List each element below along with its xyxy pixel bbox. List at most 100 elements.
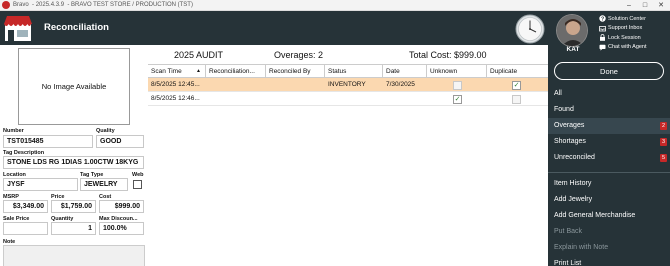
- column-header-label: Scan Time: [151, 68, 182, 75]
- cell-date: 7/30/2025: [386, 81, 415, 88]
- header-bar: Reconciliation: [0, 11, 548, 45]
- audit-summary: 2025 AUDIT Overages: 2 Total Cost: $999.…: [148, 45, 548, 64]
- quantity-field[interactable]: 1: [51, 222, 96, 235]
- duplicate-checkbox[interactable]: [512, 95, 521, 104]
- support-inbox-label: Support Inbox: [608, 25, 643, 32]
- item-history-button[interactable]: Item History: [548, 176, 670, 192]
- sort-ascending-icon: ▲: [196, 68, 201, 74]
- cell-status: [325, 92, 383, 106]
- quality-label: Quality: [96, 128, 115, 134]
- filter-unreconciled[interactable]: Unreconciled 5: [548, 150, 670, 166]
- grid-header: Scan Time ▲ Reconciliation... Reconciled…: [148, 64, 548, 78]
- overages-count-badge: 2: [660, 122, 667, 130]
- lock-icon: [599, 34, 606, 42]
- filter-list: All Found Overages 2 Shortages 3 Unrecon…: [548, 86, 670, 266]
- column-header-date[interactable]: Date: [383, 65, 427, 78]
- print-list-button[interactable]: Print List: [548, 256, 670, 266]
- column-header-reconciliation[interactable]: Reconciliation...: [206, 65, 266, 78]
- filter-all[interactable]: All: [548, 86, 670, 102]
- inbox-icon: [599, 25, 606, 32]
- total-cost: Total Cost: $999.00: [409, 50, 487, 60]
- scan-grid: Scan Time ▲ Reconciliation... Reconciled…: [148, 64, 548, 106]
- quality-field[interactable]: GOOD: [96, 135, 144, 148]
- note-field[interactable]: [3, 245, 145, 266]
- cell-status: INVENTORY: [328, 81, 366, 88]
- filter-found[interactable]: Found: [548, 102, 670, 118]
- chat-with-agent-link[interactable]: Chat with Agent: [599, 43, 647, 53]
- minimize-button[interactable]: –: [624, 1, 634, 10]
- filter-overages[interactable]: Overages 2: [548, 118, 670, 134]
- filter-label: Shortages: [554, 138, 586, 145]
- cell-reconciliation: [206, 78, 266, 92]
- filter-label: Overages: [554, 122, 585, 129]
- checkmark-icon: ✓: [513, 82, 520, 89]
- chat-icon: [599, 44, 606, 51]
- column-header-unknown[interactable]: Unknown: [427, 65, 487, 78]
- table-row[interactable]: 8/5/2025 12:45... INVENTORY 7/30/2025 ✓: [148, 78, 548, 92]
- question-circle-icon: ?: [599, 15, 606, 22]
- cell-reconciled-by: [266, 92, 325, 106]
- right-sidebar: KAT ? Solution Center Support Inbox Lock…: [548, 11, 670, 266]
- column-header-duplicate[interactable]: Duplicate: [487, 65, 548, 78]
- number-field[interactable]: TST015485: [3, 135, 93, 148]
- sidebar-divider: [548, 166, 670, 173]
- solution-center-link[interactable]: ? Solution Center: [599, 14, 647, 24]
- tag-type-field[interactable]: JEWELRY: [80, 178, 128, 191]
- unreconciled-count-badge: 5: [660, 154, 667, 162]
- price-field[interactable]: $1,759.00: [51, 200, 96, 213]
- solution-center-label: Solution Center: [608, 15, 646, 22]
- table-row[interactable]: 8/5/2025 12:46... ✓: [148, 92, 548, 106]
- add-general-merchandise-button[interactable]: Add General Merchandise: [548, 208, 670, 224]
- filter-label: Unreconciled: [554, 154, 595, 161]
- app-name: Bravo: [13, 2, 29, 8]
- cell-reconciliation: [206, 92, 266, 106]
- overages-count: Overages: 2: [274, 50, 324, 60]
- cell-scan-time: 8/5/2025 12:45...: [151, 81, 200, 88]
- duplicate-checkbox[interactable]: ✓: [512, 81, 521, 90]
- window-titlebar: Bravo - 2025.4.3.9 - BRAVO TEST STORE / …: [0, 0, 670, 11]
- lock-session-link[interactable]: Lock Session: [599, 33, 647, 43]
- done-button[interactable]: Done: [554, 62, 664, 80]
- column-header-reconciled-by[interactable]: Reconciled By: [266, 65, 325, 78]
- app-version: 2025.4.3.9: [35, 2, 65, 8]
- window-title: Bravo - 2025.4.3.9 - BRAVO TEST STORE / …: [13, 2, 193, 8]
- maximize-button[interactable]: □: [640, 1, 650, 10]
- unknown-checkbox[interactable]: [453, 81, 462, 90]
- cost-field[interactable]: $999.00: [99, 200, 144, 213]
- explain-with-note-button[interactable]: Explain with Note: [548, 240, 670, 256]
- msrp-field[interactable]: $3,349.00: [3, 200, 48, 213]
- cell-date: [383, 92, 427, 106]
- column-header-scan-time[interactable]: Scan Time ▲: [148, 65, 206, 78]
- tag-description-field[interactable]: STONE LDS RG 1DIAS 1.00CTW 18KYG: [3, 156, 144, 169]
- close-button[interactable]: ✕: [656, 1, 666, 10]
- lock-session-label: Lock Session: [608, 34, 641, 41]
- number-label: Number: [3, 128, 24, 134]
- checkmark-icon: ✓: [454, 96, 461, 103]
- column-header-status[interactable]: Status: [325, 65, 383, 78]
- shortages-count-badge: 3: [660, 138, 667, 146]
- user-photo-icon: [557, 15, 587, 46]
- max-discount-field[interactable]: 100.0%: [99, 222, 144, 235]
- filter-label: All: [554, 90, 562, 97]
- filter-label: Found: [554, 106, 574, 113]
- item-detail-panel: No Image Available Number TST015485 Qual…: [0, 45, 148, 266]
- page-title: Reconciliation: [44, 22, 109, 33]
- user-links: ? Solution Center Support Inbox Lock Ses…: [599, 14, 647, 52]
- sale-price-field[interactable]: [3, 222, 48, 235]
- chat-with-agent-label: Chat with Agent: [608, 44, 647, 51]
- support-inbox-link[interactable]: Support Inbox: [599, 24, 647, 34]
- store-icon: [4, 16, 32, 41]
- clock-icon: [515, 14, 545, 44]
- web-label: Web: [132, 172, 144, 178]
- cell-reconciled-by: [266, 78, 325, 92]
- web-checkbox[interactable]: [133, 180, 142, 189]
- add-jewelry-button[interactable]: Add Jewelry: [548, 192, 670, 208]
- item-image-placeholder: No Image Available: [18, 48, 130, 125]
- user-avatar[interactable]: [556, 14, 588, 47]
- put-back-button[interactable]: Put Back: [548, 224, 670, 240]
- cell-scan-time: 8/5/2025 12:46...: [151, 95, 200, 102]
- unknown-checkbox[interactable]: ✓: [453, 95, 462, 104]
- filter-shortages[interactable]: Shortages 3: [548, 134, 670, 150]
- user-name: KAT: [566, 46, 580, 53]
- location-field[interactable]: JYSF: [3, 178, 78, 191]
